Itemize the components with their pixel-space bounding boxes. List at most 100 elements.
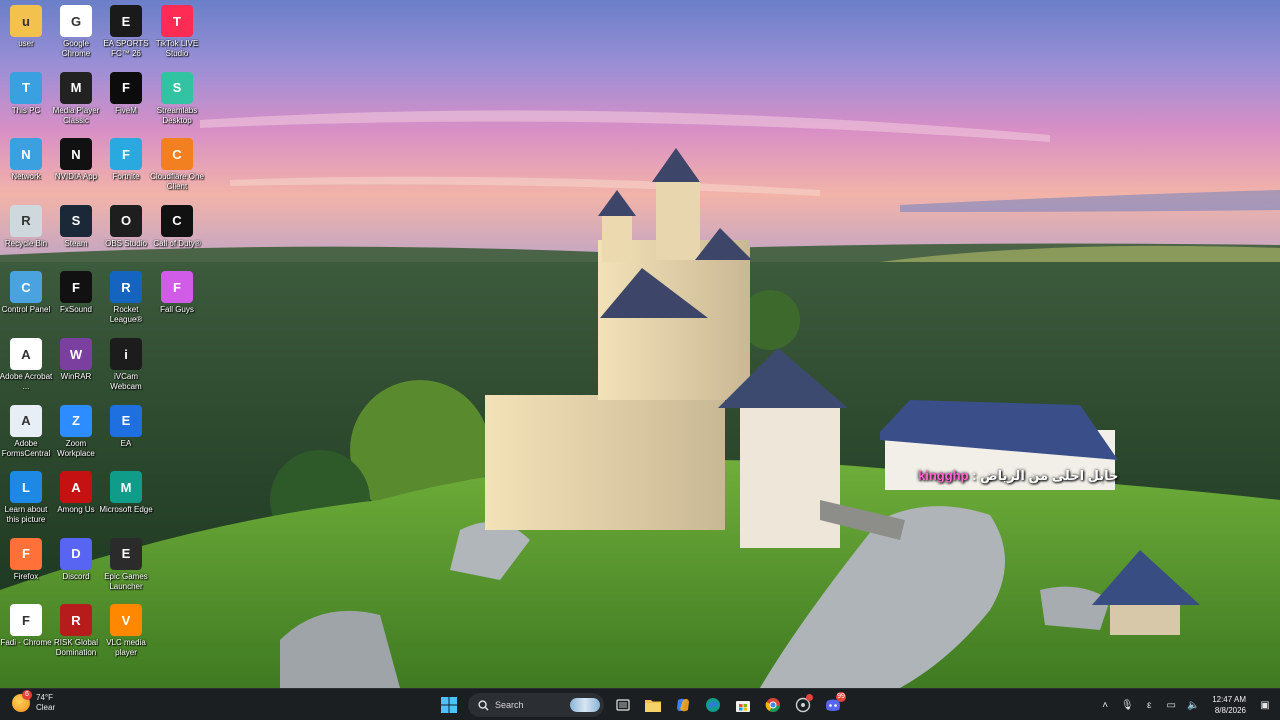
network-icon[interactable]: ▭ <box>1164 700 1178 711</box>
desktop-shortcut[interactable]: S Steam <box>50 202 102 266</box>
desktop-shortcut[interactable]: i iVCam Webcam <box>100 335 152 399</box>
desktop-shortcut[interactable]: F Fall Guys <box>151 268 203 332</box>
desktop-shortcut-label: Control Panel <box>1 305 51 315</box>
desktop-shortcut-label: This PC <box>11 105 41 115</box>
system-tray: ˄ 🎙 ε ▭ 🔈 12:47 AM 8/8/2026 ▣ <box>1098 689 1272 720</box>
desktop-shortcut[interactable]: F Firefox <box>0 535 52 599</box>
desktop-shortcut[interactable]: G Google Chrome <box>50 2 102 66</box>
obs-icon: O <box>110 204 142 237</box>
fxsound-icon: F <box>60 271 92 304</box>
desktop-shortcut-label: EA SPORTS FC™ 26 <box>103 39 149 58</box>
desktop-shortcut[interactable]: F Fadi - Chrome <box>0 601 52 665</box>
streamlabs-icon: S <box>161 71 193 104</box>
desktop-shortcut[interactable]: R Recycle Bin <box>0 202 52 266</box>
desktop-shortcut[interactable]: A Among Us <box>50 468 102 532</box>
desktop-shortcut-label: FxSound <box>59 305 93 315</box>
desktop-shortcut[interactable]: F Fortnite <box>100 135 152 199</box>
desktop-shortcut-label: Firefox <box>13 571 39 581</box>
nvidia-icon: N <box>60 138 92 171</box>
desktop-shortcut[interactable]: A Adobe Acrobat ... <box>0 335 52 399</box>
desktop-icon-area: u user T This PC N Network R Recycle Bin C Contro… <box>0 0 210 688</box>
input-language-indicator[interactable]: ε <box>1142 700 1156 711</box>
taskbar-search-box[interactable]: Search <box>468 693 604 717</box>
volume-icon[interactable]: 🔈 <box>1186 700 1200 711</box>
desktop-shortcut[interactable]: W WinRAR <box>50 335 102 399</box>
search-placeholder: Search <box>495 700 524 710</box>
clock-date: 8/8/2026 <box>1214 706 1246 715</box>
discord-badge: 99 <box>836 692 846 702</box>
steam-icon: S <box>60 204 92 237</box>
desktop-shortcut[interactable]: T This PC <box>0 69 52 133</box>
call-of-duty-icon: C <box>161 204 193 237</box>
taskbar-edge[interactable] <box>700 692 726 718</box>
document-icon: A <box>10 404 42 437</box>
firefox-icon: F <box>10 537 42 570</box>
desktop-shortcut[interactable]: F FxSound <box>50 268 102 332</box>
webcam-icon: i <box>110 338 142 370</box>
folder-icon: u <box>10 5 42 37</box>
ea-icon: E <box>110 404 142 437</box>
desktop-shortcut[interactable]: M Media Player Classic <box>50 69 102 133</box>
weather-badge: 6 <box>22 690 32 700</box>
notification-center-icon[interactable]: ▣ <box>1258 700 1272 711</box>
rocket-league-icon: R <box>110 271 142 304</box>
desktop-shortcut[interactable]: R RISK Global Domination <box>50 601 102 665</box>
tiktok-icon: T <box>161 5 193 37</box>
fortnite-icon: F <box>110 138 142 171</box>
desktop-shortcut[interactable]: E EA SPORTS FC™ 26 <box>100 2 152 66</box>
desktop-shortcut-label: Steam <box>64 238 88 248</box>
taskbar-copilot[interactable] <box>670 692 696 718</box>
taskbar-chrome[interactable] <box>760 692 786 718</box>
network-icon: N <box>10 138 42 171</box>
desktop-shortcut[interactable]: S Streamlabs Desktop <box>151 69 203 133</box>
desktop-shortcut[interactable]: R Rocket League® <box>100 268 152 332</box>
desktop-shortcut[interactable]: D Discord <box>50 535 102 599</box>
desktop-shortcut[interactable]: u user <box>0 2 52 66</box>
taskbar-file-explorer[interactable] <box>640 692 666 718</box>
winrar-icon: W <box>60 338 92 370</box>
desktop-shortcut-label: Rocket League® <box>109 305 143 325</box>
show-hidden-icons-chevron-icon[interactable]: ˄ <box>1098 700 1112 711</box>
desktop-shortcut[interactable]: V VLC media player <box>100 601 152 665</box>
desktop-shortcut[interactable]: O OBS Studio <box>100 202 152 266</box>
start-button[interactable] <box>436 692 462 718</box>
taskbar-microsoft-store[interactable] <box>730 692 756 718</box>
weather-widget[interactable]: 6 74°F Clear <box>12 690 55 713</box>
desktop-shortcut-label: Recycle Bin <box>4 238 48 248</box>
overlay-message: حابل احلى من الرياض : <box>968 468 1119 483</box>
desktop-shortcut[interactable]: A Adobe FormsCentral <box>0 402 52 466</box>
zoom-icon: Z <box>60 404 92 437</box>
desktop-shortcut[interactable]: T TikTok LIVE Studio <box>151 2 203 66</box>
desktop-shortcut[interactable]: C Cloudflare One Client <box>150 135 204 199</box>
desktop-shortcut[interactable]: E EA <box>100 402 152 466</box>
desktop-shortcut[interactable]: L Learn about this picture <box>0 468 52 532</box>
desktop-shortcut[interactable]: C Control Panel <box>0 268 52 332</box>
weather-sun-icon: 6 <box>12 690 32 712</box>
desktop-shortcut[interactable]: N NVIDIA App <box>50 135 102 199</box>
task-view-button[interactable] <box>610 692 636 718</box>
desktop-shortcut[interactable]: E Epic Games Launcher <box>100 535 152 599</box>
desktop-shortcut-label: user <box>18 39 34 48</box>
copilot-icon <box>677 698 689 712</box>
desktop-shortcut[interactable]: Z Zoom Workplace <box>50 402 102 466</box>
taskbar-discord[interactable]: 99 <box>820 692 846 718</box>
vlc-icon: V <box>110 604 142 637</box>
desktop-shortcut[interactable]: N Network <box>0 135 52 199</box>
desktop-shortcut-label: Learn about this picture <box>4 505 48 525</box>
desktop-shortcut[interactable]: C Call of Duty® <box>151 202 203 266</box>
taskbar-clock[interactable]: 12:47 AM 8/8/2026 <box>1212 694 1246 716</box>
desktop-shortcut-label: Adobe FormsCentral <box>1 438 51 458</box>
desktop-shortcut-label: iVCam Webcam <box>110 372 142 391</box>
windows-logo-icon <box>441 697 457 713</box>
taskbar-pinned-apps: Search 99 <box>436 692 846 718</box>
file-explorer-icon <box>645 700 661 712</box>
taskbar-app-with-badge[interactable] <box>790 692 816 718</box>
microphone-icon[interactable]: 🎙 <box>1120 700 1134 711</box>
fivem-icon: F <box>110 71 142 104</box>
desktop-shortcut[interactable]: M Microsoft Edge <box>99 468 153 532</box>
desktop-shortcut-label: Network <box>11 172 41 182</box>
desktop-shortcut[interactable]: F FiveM <box>100 69 152 133</box>
desktop-shortcut-label: Adobe Acrobat ... <box>0 372 53 391</box>
taskbar: 6 74°F Clear Search 99 ˄ 🎙 ε ▭ 🔈 12:47 A… <box>0 688 1280 720</box>
clock-time: 12:47 AM <box>1212 695 1246 704</box>
